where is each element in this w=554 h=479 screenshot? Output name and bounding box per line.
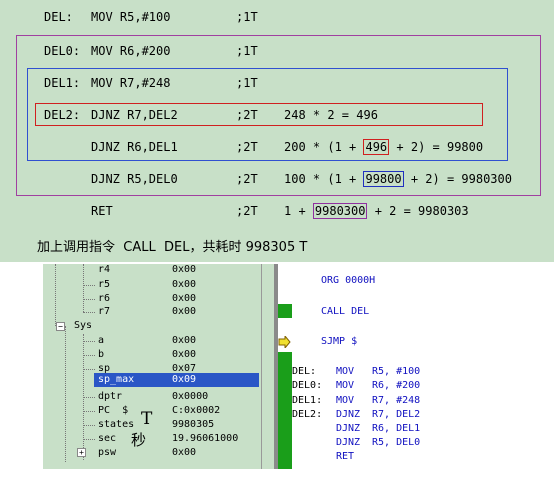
- register-row[interactable]: r6 0x00: [98, 292, 196, 306]
- collapse-sys-icon[interactable]: −: [56, 322, 65, 331]
- code-annotation-panel: DEL: MOV R5,#100 ;1T DEL0: MOV R6,#200 ;…: [0, 0, 554, 262]
- code-coverage-gutter: [278, 264, 292, 469]
- code-line-label: DEL:: [44, 10, 73, 24]
- register-row[interactable]: b 0x00: [98, 348, 196, 362]
- register-row[interactable]: dptr 0x0000: [98, 390, 208, 404]
- code-line-instr: DJNZ R5,DEL0: [91, 172, 178, 186]
- code-line-cycles: ;1T: [236, 10, 258, 24]
- register-row[interactable]: r7 0x00: [98, 305, 196, 319]
- source-line[interactable]: CALL DEL: [321, 305, 369, 319]
- cycle-calc: 100 * (1 + 99800 + 2) = 9980300: [284, 171, 512, 187]
- source-line[interactable]: DJNZ R6, DEL1: [292, 422, 420, 436]
- code-line-cycles: ;2T: [236, 204, 258, 218]
- source-line[interactable]: DEL0: MOV R6, #200: [292, 379, 420, 393]
- register-row[interactable]: sec 19.96061000: [98, 432, 238, 446]
- source-line[interactable]: DEL2: DJNZ R7, DEL2: [292, 408, 420, 422]
- code-line-instr: MOV R6,#200: [91, 44, 171, 58]
- code-line-cycles: ;1T: [236, 44, 258, 58]
- code-line-instr: DJNZ R7,DEL2: [91, 108, 178, 122]
- code-line-label: DEL0:: [44, 44, 81, 58]
- states-annotation: T: [141, 409, 153, 429]
- source-line[interactable]: ORG 0000H: [321, 274, 375, 288]
- code-line-label: DEL2:: [44, 108, 81, 122]
- register-row[interactable]: states 9980305: [98, 418, 214, 432]
- value-box-99800: 99800: [363, 171, 404, 187]
- source-line[interactable]: SJMP $: [321, 335, 357, 349]
- code-line-cycles: ;2T: [236, 108, 258, 122]
- value-box-496: 496: [363, 139, 390, 155]
- register-tree[interactable]: r4 0x00 r5 0x00 r6 0x00 r7 0x00 − Sys a 0x00 …: [43, 264, 261, 469]
- sec-annotation: 秒: [131, 431, 147, 449]
- register-row-selected[interactable]: sp_max 0x09: [98, 373, 196, 387]
- code-line-instr: RET: [91, 204, 113, 218]
- code-line-instr: MOV R5,#100: [91, 10, 171, 24]
- source-line[interactable]: DEL: MOV R5, #100: [292, 365, 420, 379]
- code-line-cycles: ;2T: [236, 172, 258, 186]
- code-line-instr: DJNZ R6,DEL1: [91, 140, 178, 154]
- source-line[interactable]: DJNZ R5, DEL0: [292, 436, 420, 450]
- register-row[interactable]: psw 0x00: [98, 446, 196, 460]
- register-row[interactable]: r5 0x00: [98, 278, 196, 292]
- code-line-cycles: ;2T: [236, 140, 258, 154]
- cycle-calc: 248 * 2 = 496: [284, 108, 378, 122]
- code-line-instr: MOV R7,#248: [91, 76, 171, 90]
- code-line-label: DEL1:: [44, 76, 81, 90]
- expand-psw-icon[interactable]: +: [77, 448, 86, 457]
- register-group-sys[interactable]: Sys: [74, 319, 92, 333]
- source-listing[interactable]: ORG 0000H CALL DEL SJMP $ DEL: MOV R5, #10…: [292, 264, 554, 469]
- source-line[interactable]: RET: [292, 450, 372, 464]
- value-box-9980300: 9980300: [312, 203, 368, 219]
- source-line[interactable]: DEL1: MOV R7, #248: [292, 394, 420, 408]
- cycle-calc: 200 * (1 + 496 + 2) = 99800: [284, 139, 484, 155]
- cycle-calc: 1 + 9980300 + 2 = 9980303: [284, 203, 469, 219]
- register-row[interactable]: r4 0x00: [98, 264, 196, 277]
- register-row[interactable]: a 0x00: [98, 334, 196, 348]
- code-line-cycles: ;1T: [236, 76, 258, 90]
- total-time-summary: 加上调用指令 CALL DEL，共耗时 998305 T: [37, 240, 308, 255]
- register-row[interactable]: PC $ C:0x0002: [98, 404, 220, 418]
- yellow-arrow-icon: [278, 336, 291, 348]
